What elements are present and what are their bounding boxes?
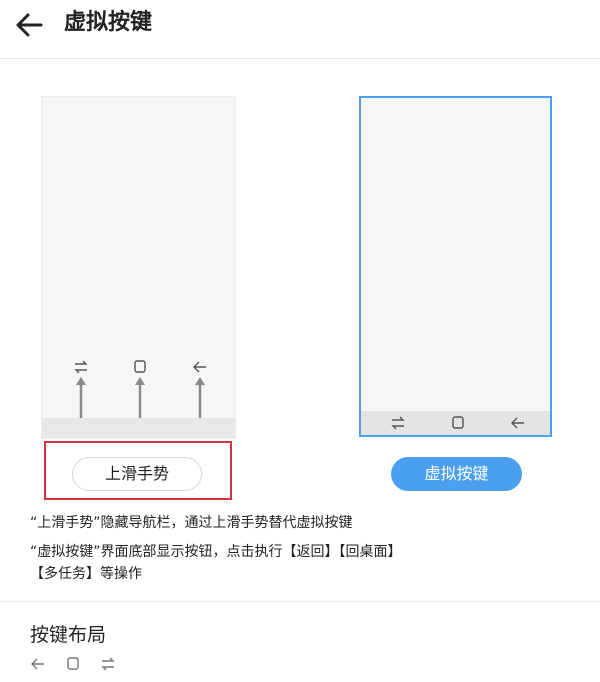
description-line: 【多任务】等操作 xyxy=(30,566,142,582)
back-arrow-icon[interactable] xyxy=(14,10,46,40)
nav-bar xyxy=(361,411,550,435)
switch-icon xyxy=(100,656,116,672)
switch-icon xyxy=(390,415,406,431)
app-header: 虚拟按键 xyxy=(0,0,600,59)
page-title: 虚拟按键 xyxy=(64,10,153,35)
square-icon xyxy=(450,415,466,431)
back-icon xyxy=(30,656,46,672)
divider xyxy=(0,601,600,602)
gesture-description: “上滑手势”隐藏导航栏，通过上滑手势替代虚拟按键 xyxy=(30,515,353,531)
back-icon xyxy=(510,415,526,431)
gesture-option-button[interactable]: 上滑手势 xyxy=(72,457,202,491)
back-icon xyxy=(192,359,208,375)
square-icon xyxy=(132,359,148,375)
switch-icon xyxy=(73,359,89,375)
description-line: “虚拟按键”界面底部显示按钮，点击执行【返回】【回桌面】 xyxy=(30,544,402,560)
virtual-keys-option-button[interactable]: 虚拟按键 xyxy=(391,457,522,491)
virtual-keys-preview[interactable] xyxy=(359,96,552,437)
virtual-keys-description: “虚拟按键”界面底部显示按钮，点击执行【返回】【回桌面】 【多任务】等操作 xyxy=(30,541,590,585)
key-layout-title[interactable]: 按键布局 xyxy=(30,622,106,648)
gesture-bar xyxy=(42,418,235,438)
gesture-preview[interactable] xyxy=(41,96,236,439)
square-icon xyxy=(65,656,81,672)
